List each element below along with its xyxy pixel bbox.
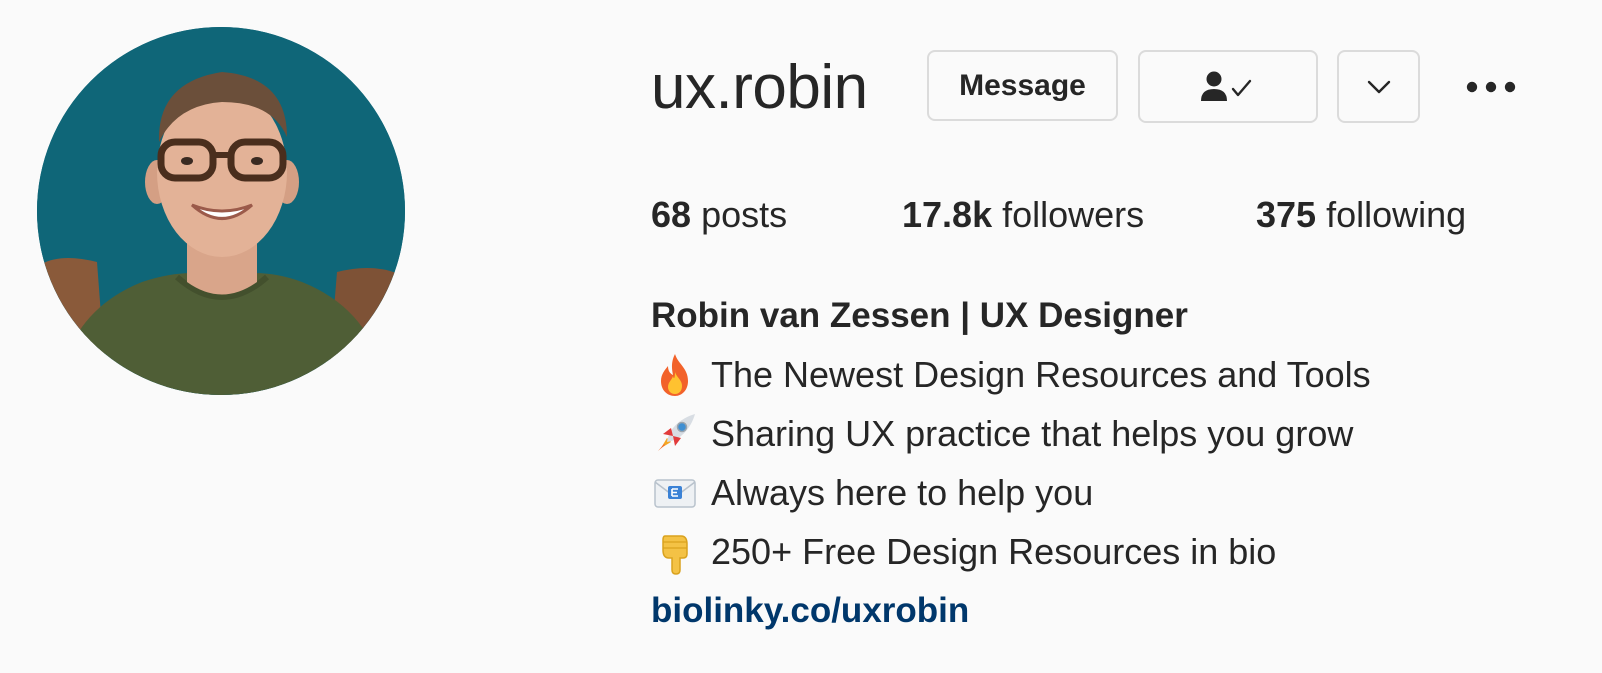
fire-emoji-icon [661, 354, 688, 396]
bio-website-link[interactable]: biolinky.co/uxrobin [651, 587, 969, 635]
email-emoji-icon [654, 479, 696, 508]
more-horizontal-icon [1466, 81, 1516, 93]
pointing-down-emoji-icon [662, 535, 688, 575]
bio-line-text: The Newest Design Resources and Tools [711, 354, 1371, 395]
posts-count-label: posts [701, 194, 788, 235]
following-count-value: 375 [1256, 194, 1317, 235]
bio-line: Always here to help you [651, 469, 1571, 528]
following-count-label: following [1326, 194, 1467, 235]
message-button[interactable]: Message [927, 50, 1118, 121]
followers-count-label: followers [1002, 194, 1145, 235]
posts-count-value: 68 [651, 194, 692, 235]
profile-full-name: Robin van Zessen | UX Designer [651, 296, 1188, 335]
chevron-down-icon [1367, 80, 1390, 93]
profile-bio: Robin van Zessen | UX Designer The Newes… [651, 292, 1571, 635]
more-options-button[interactable] [1463, 70, 1519, 104]
profile-username: ux.robin [651, 53, 868, 122]
profile-avatar[interactable] [37, 27, 405, 395]
bio-line-text: Always here to help you [711, 472, 1094, 513]
bio-line: Sharing UX practice that helps you grow [651, 410, 1571, 469]
posts-count: 68 posts [651, 192, 787, 238]
followers-count-value: 17.8k [902, 194, 993, 235]
rocket-emoji-icon [658, 414, 695, 451]
person-check-icon [1201, 71, 1252, 101]
followers-link[interactable]: 17.8k followers [902, 192, 1144, 238]
following-link[interactable]: 375 following [1256, 192, 1466, 238]
suggested-accounts-dropdown-button[interactable] [1337, 50, 1420, 123]
bio-line: The Newest Design Resources and Tools [651, 351, 1571, 410]
bio-line-text: 250+ Free Design Resources in bio [711, 531, 1277, 572]
following-button[interactable] [1138, 50, 1318, 123]
bio-line: 250+ Free Design Resources in bio [651, 528, 1571, 587]
bio-line-text: Sharing UX practice that helps you grow [711, 413, 1354, 454]
avatar-photo [37, 27, 405, 395]
